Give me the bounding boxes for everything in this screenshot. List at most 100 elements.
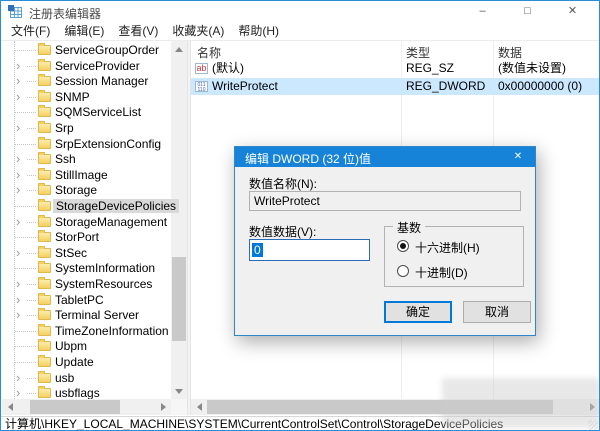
menu-item-edit[interactable]: 编辑(E) — [57, 23, 111, 40]
folder-icon — [38, 121, 51, 133]
chevron-right-icon[interactable]: › — [16, 167, 20, 182]
reg-sz-icon: ab — [195, 63, 208, 74]
tree-item-label: StSec — [55, 245, 88, 260]
value-data: (数值未设置) — [498, 61, 566, 75]
maximize-button[interactable]: □ — [505, 1, 550, 22]
tree-connector — [27, 96, 36, 98]
tree-connector — [27, 252, 36, 254]
tree-connector — [27, 315, 36, 317]
tree-item-label: SNMP — [55, 89, 90, 104]
chevron-right-icon[interactable]: › — [16, 89, 20, 104]
column-header-data[interactable]: 数据 — [498, 44, 522, 61]
tree-connector — [15, 112, 36, 114]
close-button[interactable]: ✕ — [550, 1, 595, 22]
ok-button[interactable]: 确定 — [384, 301, 452, 323]
scroll-left-arrow-icon[interactable] — [191, 399, 207, 415]
tree-item-snmp[interactable]: › SNMP — [2, 89, 187, 105]
tree-item-terminal-server[interactable]: › Terminal Server — [2, 307, 187, 323]
chevron-right-icon[interactable]: › — [16, 245, 20, 260]
value-row-writeprotect[interactable]: 011 110 WriteProtect REG_DWORD 0x00000000 (0… — [191, 77, 599, 95]
chevron-right-icon[interactable]: › — [16, 182, 20, 197]
tree-item-usb[interactable]: › usb — [2, 370, 187, 386]
tree-item-update[interactable]: Update — [2, 354, 187, 370]
radio-button-icon — [397, 265, 409, 277]
cancel-button[interactable]: 取消 — [463, 301, 531, 323]
tree-item-sqmservicelist[interactable]: SQMServiceList — [2, 104, 187, 120]
folder-icon — [38, 214, 51, 227]
tree-item-storagemanagement[interactable]: › StorageManagement — [2, 214, 187, 230]
tree-item-servicegrouporder[interactable]: ServiceGroupOrder — [2, 42, 187, 58]
tree-item-storage[interactable]: › Storage — [2, 182, 187, 198]
scroll-left-arrow-icon[interactable] — [2, 399, 18, 415]
tree-connector — [27, 299, 36, 301]
folder-icon — [38, 74, 51, 87]
title-bar: 注册表编辑器 – □ ✕ — [1, 1, 599, 23]
folder-icon — [38, 167, 51, 180]
tree-item-label: StorageManagement — [55, 214, 168, 229]
tree-item-storagedevicepolicies[interactable]: StorageDevicePolicies — [2, 198, 187, 214]
folder-icon — [38, 43, 51, 55]
chevron-right-icon[interactable]: › — [16, 58, 20, 73]
base-group-box: 基数 十六进制(H) 十进制(D) — [384, 219, 524, 287]
tree-item-session-manager[interactable]: › Session Manager — [2, 73, 187, 89]
radio-decimal[interactable]: 十进制(D) — [397, 264, 512, 280]
tree-item-ubpm[interactable]: Ubpm — [2, 338, 187, 354]
tree-item-srpextensionconfig[interactable]: SrpExtensionConfig — [2, 136, 187, 152]
chevron-right-icon[interactable]: › — [16, 385, 20, 399]
folder-icon — [38, 323, 51, 336]
tree-horizontal-scrollbar[interactable] — [2, 399, 171, 415]
minimize-button[interactable]: – — [460, 1, 505, 22]
menu-item-file[interactable]: 文件(F) — [4, 23, 57, 40]
folder-icon — [38, 183, 51, 196]
column-header-name[interactable]: 名称 — [197, 44, 221, 61]
chevron-right-icon[interactable]: › — [16, 307, 20, 322]
tree-item-label: SystemResources — [55, 277, 153, 291]
chevron-right-icon[interactable]: › — [16, 276, 20, 291]
scroll-right-arrow-icon[interactable] — [155, 399, 171, 415]
chevron-right-icon[interactable]: › — [16, 370, 20, 385]
folder-icon — [38, 152, 51, 165]
tree-connector — [15, 237, 36, 239]
menu-item-view[interactable]: 查看(V) — [111, 23, 165, 40]
tree-connector — [27, 221, 36, 223]
selected-input-text: 0 — [252, 243, 263, 257]
tree-item-systemresources[interactable]: › SystemResources — [2, 276, 187, 292]
dialog-close-icon[interactable]: ✕ — [501, 147, 535, 167]
tree-connector — [27, 190, 36, 192]
folder-icon — [38, 230, 51, 243]
folder-icon — [38, 58, 51, 71]
chevron-right-icon[interactable]: › — [16, 151, 20, 166]
chevron-right-icon[interactable]: › — [16, 120, 20, 135]
tree-item-tabletpc[interactable]: › TabletPC — [2, 292, 187, 308]
value-data-input[interactable]: 0 — [249, 239, 370, 261]
menu-item-help[interactable]: 帮助(H) — [231, 23, 286, 40]
tree-item-label: TimeZoneInformation — [55, 323, 169, 338]
column-header-type[interactable]: 类型 — [406, 44, 430, 61]
tree-item-systeminformation[interactable]: SystemInformation — [2, 260, 187, 276]
tree-item-storport[interactable]: StorPort — [2, 229, 187, 245]
radio-button-icon — [397, 240, 409, 252]
tree-item-stsec[interactable]: › StSec — [2, 245, 187, 261]
tree-item-ssh[interactable]: › Ssh — [2, 151, 187, 167]
dialog-title-bar: 编辑 DWORD (32 位)值 ✕ — [235, 147, 535, 167]
edit-dword-dialog: 编辑 DWORD (32 位)值 ✕ 数值名称(N): WriteProtect… — [234, 146, 536, 336]
chevron-right-icon[interactable]: › — [16, 214, 20, 229]
menu-item-favorites[interactable]: 收藏夹(A) — [165, 23, 231, 40]
chevron-right-icon[interactable]: › — [16, 73, 20, 88]
tree-item-label: Srp — [55, 121, 74, 135]
horizontal-scroll-thumb[interactable] — [30, 400, 120, 414]
folder-icon — [38, 261, 51, 274]
tree-item-serviceprovider[interactable]: › ServiceProvider — [2, 58, 187, 74]
radio-hexadecimal[interactable]: 十六进制(H) — [397, 239, 512, 255]
value-row-默认[interactable]: ab (默认) REG_SZ (数值未设置) — [191, 60, 599, 77]
base-group-label: 基数 — [393, 219, 426, 236]
tree-connector — [27, 174, 36, 176]
tree-item-srp[interactable]: › Srp — [2, 120, 187, 136]
tree-item-timezoneinformation[interactable]: TimeZoneInformation — [2, 323, 187, 339]
tree-item-label: SystemInformation — [55, 261, 156, 276]
chevron-right-icon[interactable]: › — [16, 292, 20, 307]
tree-item-usbflags[interactable]: › usbflags — [2, 385, 187, 399]
tree-item-stillimage[interactable]: › StillImage — [2, 167, 187, 183]
folder-icon — [38, 370, 51, 383]
tree-item-label: SQMServiceList — [55, 105, 142, 120]
